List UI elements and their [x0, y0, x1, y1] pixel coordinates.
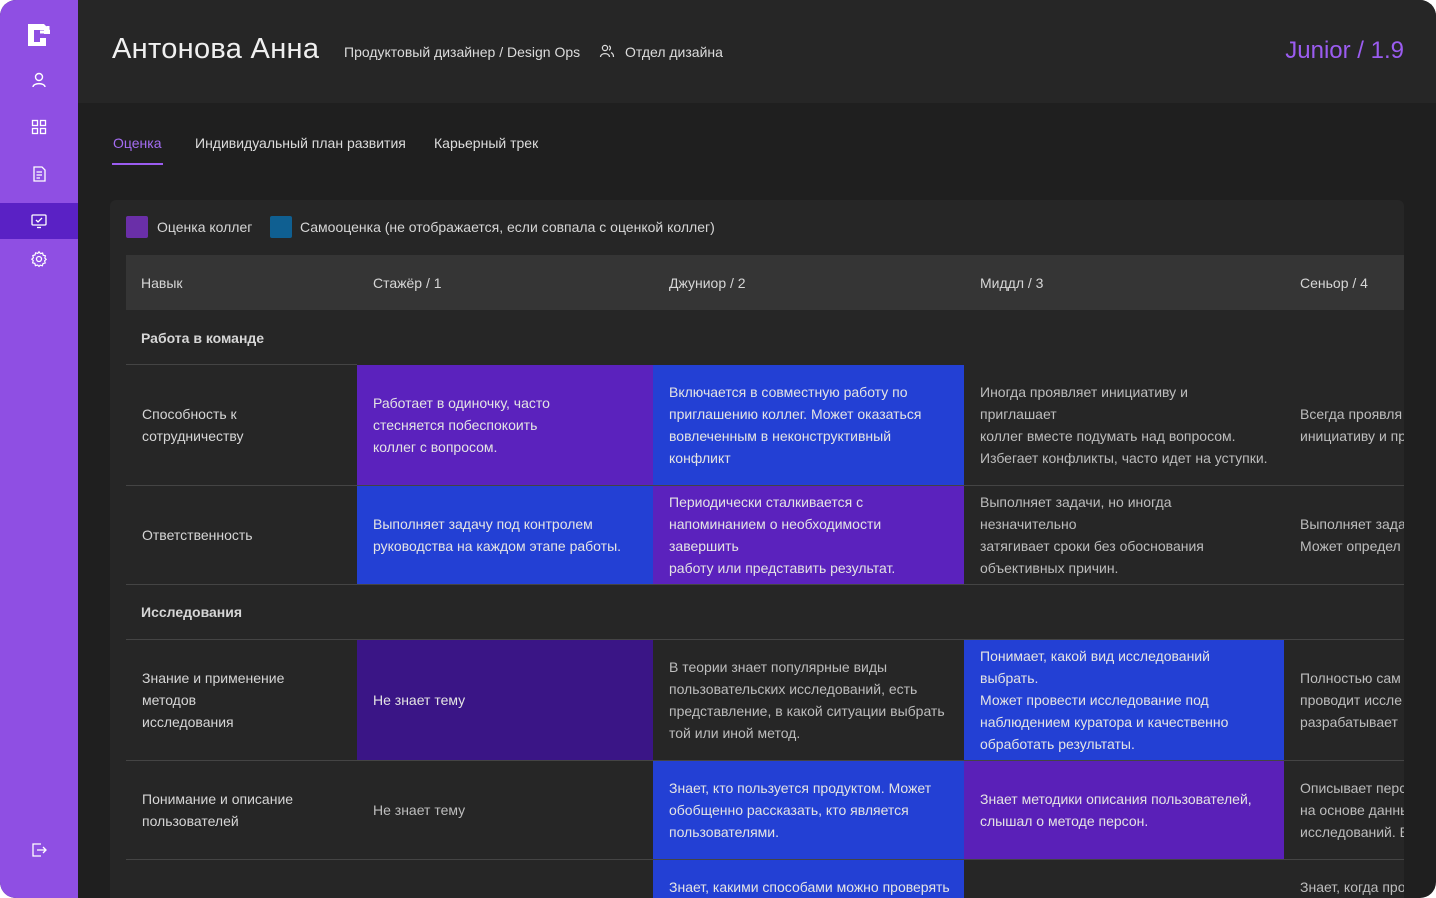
employee-department: Отдел дизайна — [625, 44, 723, 60]
level-cell[interactable]: Выполняет зада Может определ — [1284, 486, 1404, 584]
logo-icon[interactable] — [24, 20, 54, 48]
sidebar-item-dashboard[interactable] — [0, 109, 78, 145]
matrix-header: Навык Стажёр / 1 Джуниор / 2 Миддл / 3 С… — [126, 255, 1404, 310]
section-title: Работа в команде — [141, 330, 265, 346]
skill-name — [126, 860, 357, 898]
sidebar-item-assessment[interactable] — [0, 203, 78, 239]
level-cell[interactable]: Периодически сталкивается с напоминанием… — [653, 486, 964, 584]
legend-peer-label: Оценка коллег — [157, 219, 253, 235]
level-cell[interactable]: Выполняет задачи, но иногда незначительн… — [964, 486, 1284, 584]
skill-name: Знание и применение методов исследования — [142, 670, 285, 730]
level-cell[interactable]: Знает методики описания пользователей, с… — [964, 761, 1284, 859]
legend-peer-swatch — [126, 216, 148, 238]
team-icon — [599, 44, 615, 58]
legend-self-label: Самооценка (не отображается, если совпал… — [300, 219, 715, 235]
level-cell[interactable] — [357, 860, 653, 898]
level-cell[interactable]: Понимает, какой вид исследований выбрать… — [964, 640, 1284, 760]
profile-header: Антонова Анна Продуктовый дизайнер / Des… — [78, 0, 1436, 103]
level-cell[interactable]: Включается в совместную работу по пригла… — [653, 365, 964, 485]
sidebar — [0, 0, 78, 898]
level-cell[interactable]: Полностью сам проводит иссле разрабатыва… — [1284, 640, 1404, 760]
app-frame: Антонова Анна Продуктовый дизайнер / Des… — [0, 0, 1436, 898]
dashboard-icon — [31, 119, 47, 135]
level-cell[interactable]: Всегда проявля инициативу и пр — [1284, 365, 1404, 485]
level-cell[interactable]: В теории знает популярные виды пользоват… — [653, 640, 964, 760]
column-header-middle: Миддл / 3 — [980, 275, 1044, 291]
monitor-check-icon — [31, 214, 47, 229]
skill-name: Ответственность — [142, 527, 253, 543]
employee-role: Продуктовый дизайнер / Design Ops — [344, 44, 581, 60]
active-tab-indicator — [112, 163, 163, 165]
level-cell[interactable] — [964, 860, 1284, 898]
legend-self-swatch — [270, 216, 292, 238]
level-cell[interactable]: Не знает тему — [357, 761, 653, 859]
assessment-panel: Оценка коллег Самооценка (не отображаетс… — [110, 200, 1404, 898]
section-title: Исследования — [141, 604, 243, 620]
level-cell[interactable]: Описывает перс на основе данны исследова… — [1284, 761, 1404, 859]
column-header-senior: Сеньор / 4 — [1300, 275, 1368, 291]
skill-name: Понимание и описание пользователей — [142, 791, 294, 829]
divider — [126, 584, 1404, 585]
settings-icon — [30, 250, 48, 268]
level-cell[interactable]: Знает, какими способами можно проверять — [653, 860, 964, 898]
column-header-skill: Навык — [141, 275, 183, 291]
sidebar-item-logout[interactable] — [0, 832, 78, 868]
column-header-intern: Стажёр / 1 — [373, 275, 442, 291]
level-cell[interactable]: Знает, когда про — [1284, 860, 1404, 898]
employee-level: Junior / 1.9 — [1285, 37, 1404, 64]
sidebar-item-settings[interactable] — [0, 241, 78, 277]
logout-icon — [32, 843, 47, 857]
user-icon — [32, 72, 46, 88]
level-cell[interactable]: Иногда проявляет инициативу и приглашает… — [964, 365, 1284, 485]
level-cell[interactable]: Знает, кто пользуется продуктом. Может о… — [653, 761, 964, 859]
sidebar-item-documents[interactable] — [0, 156, 78, 192]
tab-career-track[interactable]: Карьерный трек — [434, 135, 538, 151]
level-cell[interactable]: Выполняет задачу под контролем руководст… — [357, 486, 653, 584]
employee-name: Антонова Анна — [112, 33, 320, 65]
skill-name: Способность к сотрудничеству — [142, 406, 244, 444]
tab-development-plan[interactable]: Индивидуальный план развития — [195, 135, 406, 151]
level-cell[interactable]: Работает в одиночку, часто стесняется по… — [357, 365, 653, 485]
document-icon — [33, 166, 46, 182]
column-header-junior: Джуниор / 2 — [669, 275, 746, 291]
level-cell[interactable]: Не знает тему — [357, 640, 653, 760]
tab-assessment[interactable]: Оценка — [113, 135, 162, 151]
sidebar-item-profile[interactable] — [0, 62, 78, 98]
